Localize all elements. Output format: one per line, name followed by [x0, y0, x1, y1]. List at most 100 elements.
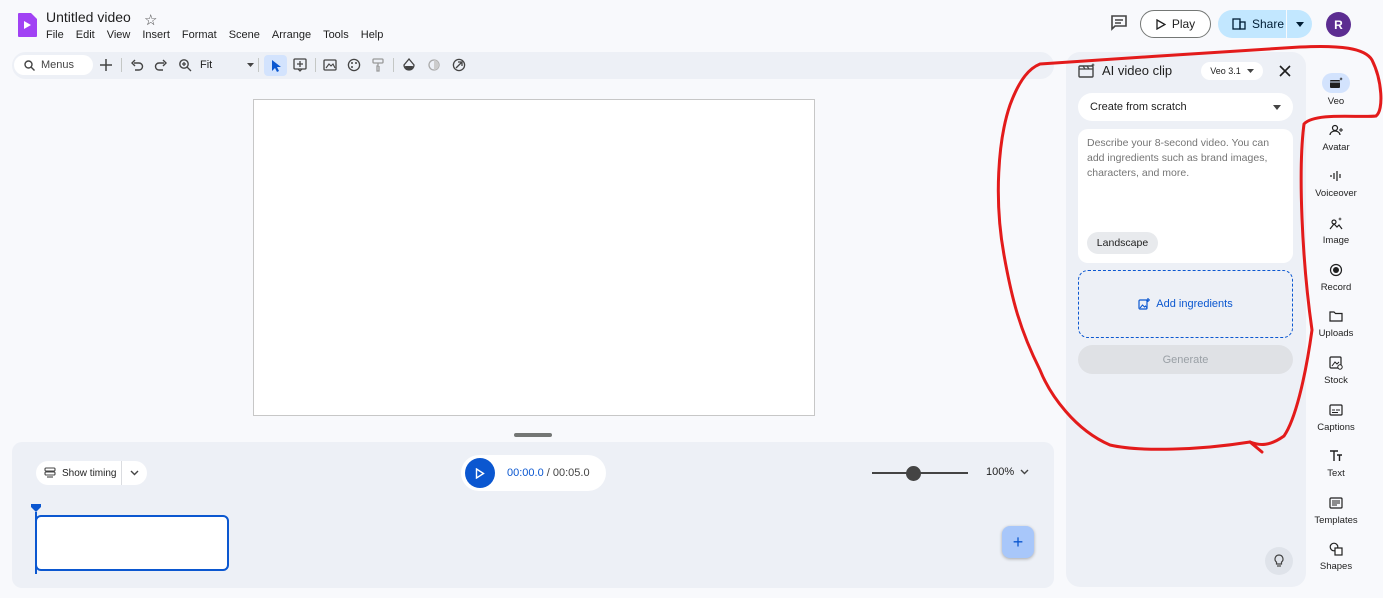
link-icon[interactable] [450, 57, 468, 73]
zoom-fit-select[interactable]: Fit [200, 55, 254, 75]
timeline-resize-handle[interactable] [514, 433, 552, 437]
select-tool-button[interactable] [264, 55, 287, 76]
rail-label: Stock [1324, 375, 1348, 386]
toolbar-divider [258, 58, 259, 72]
slide-canvas[interactable] [253, 99, 815, 416]
time-separator: / [546, 467, 550, 479]
menu-scene[interactable]: Scene [223, 28, 266, 42]
menu-insert[interactable]: Insert [136, 28, 176, 42]
add-scene-button[interactable]: + [1002, 526, 1034, 558]
toolbar-divider [315, 58, 316, 72]
rail-label: Text [1327, 468, 1345, 479]
user-avatar[interactable]: R [1326, 12, 1351, 37]
play-button-label: Play [1171, 17, 1196, 31]
play-button[interactable]: Play [1140, 10, 1211, 38]
timeline-zoom-value: 100% [986, 466, 1015, 478]
menu-view[interactable]: View [101, 28, 137, 42]
tips-button[interactable] [1265, 547, 1293, 575]
prompt-placeholder[interactable]: Describe your 8-second video. You can ad… [1087, 136, 1287, 181]
show-timing-control: Show timing [36, 461, 147, 485]
toolbar-divider [393, 58, 394, 72]
rail-label: Record [1320, 282, 1352, 293]
model-select-label: Veo 3.1 [1210, 66, 1241, 76]
rail-label: Uploads [1318, 328, 1354, 339]
rail-shapes[interactable]: Shapes [1312, 540, 1360, 572]
folder-icon [1322, 307, 1350, 325]
record-icon [1322, 261, 1350, 279]
add-icon[interactable] [97, 57, 115, 73]
rail-label: Avatar [1322, 142, 1350, 153]
caret-down-icon [1246, 69, 1254, 73]
show-timing-button[interactable]: Show timing [36, 461, 122, 485]
menu-format[interactable]: Format [176, 28, 223, 42]
avatar-icon [1322, 121, 1350, 139]
share-button-label: Share [1252, 17, 1285, 31]
paint-format-icon[interactable] [369, 57, 387, 73]
chevron-down-icon [1020, 469, 1029, 475]
timeline-zoom-knob[interactable] [906, 466, 921, 481]
comment-icon[interactable] [1109, 13, 1129, 33]
menu-file[interactable]: File [40, 28, 70, 42]
add-icon: + [1012, 531, 1024, 552]
star-icon[interactable]: ☆ [144, 11, 157, 29]
close-icon[interactable] [1277, 63, 1293, 79]
rail-uploads[interactable]: Uploads [1312, 307, 1360, 339]
zoom-icon[interactable] [176, 57, 194, 73]
panel-title: AI video clip [1102, 63, 1173, 78]
rail-text[interactable]: Text [1312, 447, 1360, 479]
current-time: 00:00.0 [507, 467, 544, 479]
play-icon [475, 467, 485, 479]
rail-image[interactable]: Image [1312, 214, 1360, 246]
menus-search-input[interactable]: Menus [14, 55, 93, 75]
menu-tools[interactable]: Tools [317, 28, 355, 42]
create-mode-select[interactable]: Create from scratch [1078, 93, 1293, 121]
playback-control: 00:00.0 / 00:05.0 [461, 455, 606, 491]
toolbar-divider [121, 58, 122, 72]
preview-play-button[interactable] [465, 458, 495, 488]
fill-icon[interactable] [400, 57, 418, 73]
rail-avatar[interactable]: Avatar [1312, 121, 1360, 153]
redo-icon[interactable] [152, 57, 170, 73]
timeline-zoom-select[interactable]: 100% [986, 466, 1029, 478]
menus-search-placeholder: Menus [41, 59, 75, 71]
app-logo-icon[interactable] [16, 12, 38, 38]
text-box-icon[interactable] [291, 57, 309, 73]
shapes-icon [1322, 540, 1350, 558]
menu-edit[interactable]: Edit [70, 28, 101, 42]
show-timing-label: Show timing [62, 467, 117, 479]
search-icon [24, 59, 35, 71]
zoom-fit-label: Fit [200, 59, 213, 71]
generate-button[interactable]: Generate [1078, 345, 1293, 374]
show-timing-dropdown[interactable] [122, 470, 147, 476]
menu-help[interactable]: Help [355, 28, 390, 42]
share-button[interactable]: Share [1218, 10, 1286, 38]
caret-down-icon [1273, 104, 1281, 110]
document-title[interactable]: Untitled video [46, 9, 131, 25]
model-select[interactable]: Veo 3.1 [1201, 62, 1263, 80]
menu-arrange[interactable]: Arrange [266, 28, 317, 42]
timeline-scene-clip[interactable] [35, 515, 229, 571]
rail-record[interactable]: Record [1312, 261, 1360, 293]
play-icon [1156, 18, 1166, 30]
caret-down-icon [1295, 21, 1304, 27]
voiceover-icon [1322, 167, 1350, 185]
opacity-icon[interactable] [425, 57, 443, 73]
background-icon[interactable] [321, 57, 339, 73]
rail-captions[interactable]: Captions [1312, 401, 1360, 433]
share-building-icon [1232, 18, 1246, 30]
rail-veo[interactable]: Veo [1312, 73, 1360, 107]
rail-templates[interactable]: Templates [1312, 494, 1360, 526]
aspect-ratio-chip[interactable]: Landscape [1087, 232, 1158, 254]
theme-icon[interactable] [345, 57, 363, 73]
undo-icon[interactable] [128, 57, 146, 73]
video-clip-icon [1078, 62, 1096, 79]
total-time: 00:05.0 [552, 467, 590, 479]
add-ingredients-button[interactable]: Add ingredients [1078, 270, 1293, 338]
share-button-group: Share [1218, 10, 1312, 38]
chevron-down-icon [130, 470, 139, 476]
rail-voiceover[interactable]: Voiceover [1312, 167, 1360, 199]
timing-icon [44, 467, 56, 478]
rail-stock[interactable]: Stock [1312, 354, 1360, 386]
rail-label: Voiceover [1315, 188, 1357, 199]
playhead-marker[interactable] [31, 504, 41, 512]
